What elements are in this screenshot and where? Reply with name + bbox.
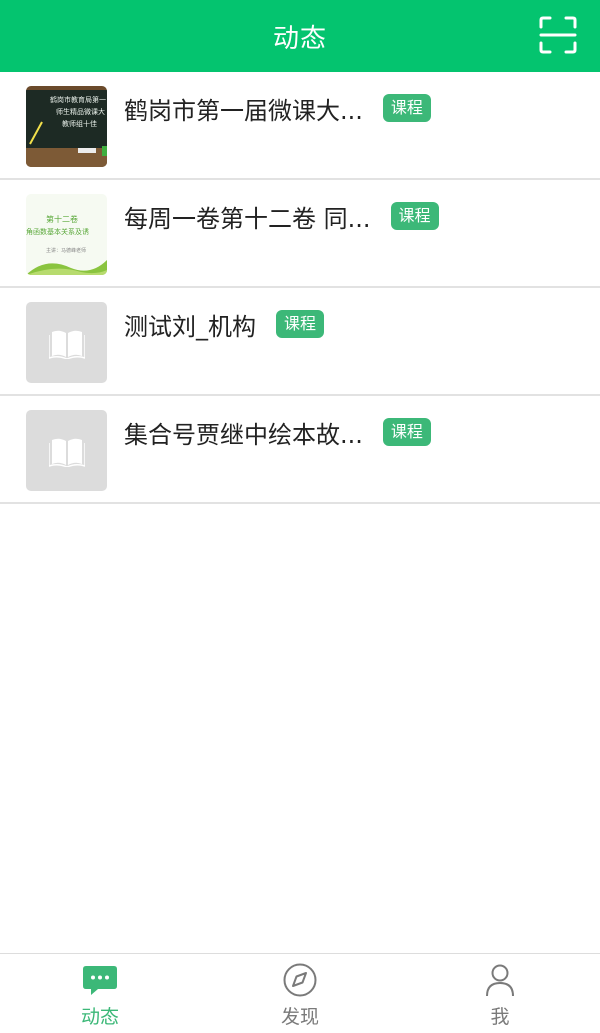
- thumb-text-2: 角函数基本关系及诱: [26, 227, 89, 236]
- tab-discover[interactable]: 发现: [200, 954, 400, 1033]
- scan-icon: [539, 16, 577, 54]
- thumb-text-1: 鹤岗市教育局第一: [50, 95, 106, 104]
- tab-label: 发现: [280, 1006, 319, 1028]
- course-thumbnail-placeholder: [26, 410, 107, 491]
- chat-bubble-icon: [83, 966, 117, 995]
- list-item[interactable]: 鹤岗市教育局第一 师生精品微课大 教师组十佳 鹤岗市第一届微课大... 课程: [0, 72, 600, 180]
- tab-label: 动态: [80, 1006, 119, 1028]
- bottom-tab-bar: 动态 发现 我: [0, 953, 600, 1033]
- course-thumbnail-placeholder: [26, 302, 107, 383]
- list-item[interactable]: 测试刘_机构 课程: [0, 288, 600, 396]
- thumb-text-3: 教师组十佳: [62, 119, 97, 128]
- course-badge: 课程: [382, 418, 431, 446]
- course-thumbnail: 第十二卷 角函数基本关系及诱 主讲：马德峰老师: [26, 194, 107, 275]
- tab-me[interactable]: 我: [400, 954, 600, 1033]
- course-badge: 课程: [382, 94, 431, 122]
- scan-button[interactable]: [538, 15, 578, 55]
- course-badge: 课程: [276, 310, 325, 338]
- compass-icon: [283, 963, 317, 997]
- book-icon: [48, 330, 85, 359]
- course-badge: 课程: [390, 202, 439, 230]
- item-title: 集合号贾继中绘本故...: [124, 420, 363, 449]
- list-item[interactable]: 第十二卷 角函数基本关系及诱 主讲：马德峰老师 每周一卷第十二卷 同... 课程: [0, 180, 600, 288]
- page-title: 动态: [272, 23, 327, 54]
- item-title: 鹤岗市第一届微课大...: [124, 96, 363, 125]
- item-title: 测试刘_机构: [124, 312, 256, 341]
- tab-label: 我: [490, 1006, 510, 1028]
- tab-dynamics[interactable]: 动态: [0, 954, 200, 1033]
- thumb-text-1: 第十二卷: [46, 214, 78, 224]
- person-icon: [486, 964, 514, 997]
- app-screen: 动态 鹤岗市教育局第一 师生精品微课大 教师组十佳 鹤岗市第一届微课大... 课…: [0, 0, 600, 1033]
- top-bar: 动态: [0, 0, 600, 72]
- course-thumbnail: 鹤岗市教育局第一 师生精品微课大 教师组十佳: [26, 86, 107, 167]
- thumb-text-2: 师生精品微课大: [56, 107, 105, 116]
- thumb-text-3: 主讲：马德峰老师: [46, 247, 86, 254]
- feed-list: 鹤岗市教育局第一 师生精品微课大 教师组十佳 鹤岗市第一届微课大... 课程 第…: [0, 72, 600, 504]
- book-icon: [48, 438, 85, 467]
- list-item[interactable]: 集合号贾继中绘本故... 课程: [0, 396, 600, 504]
- item-title: 每周一卷第十二卷 同...: [124, 204, 371, 233]
